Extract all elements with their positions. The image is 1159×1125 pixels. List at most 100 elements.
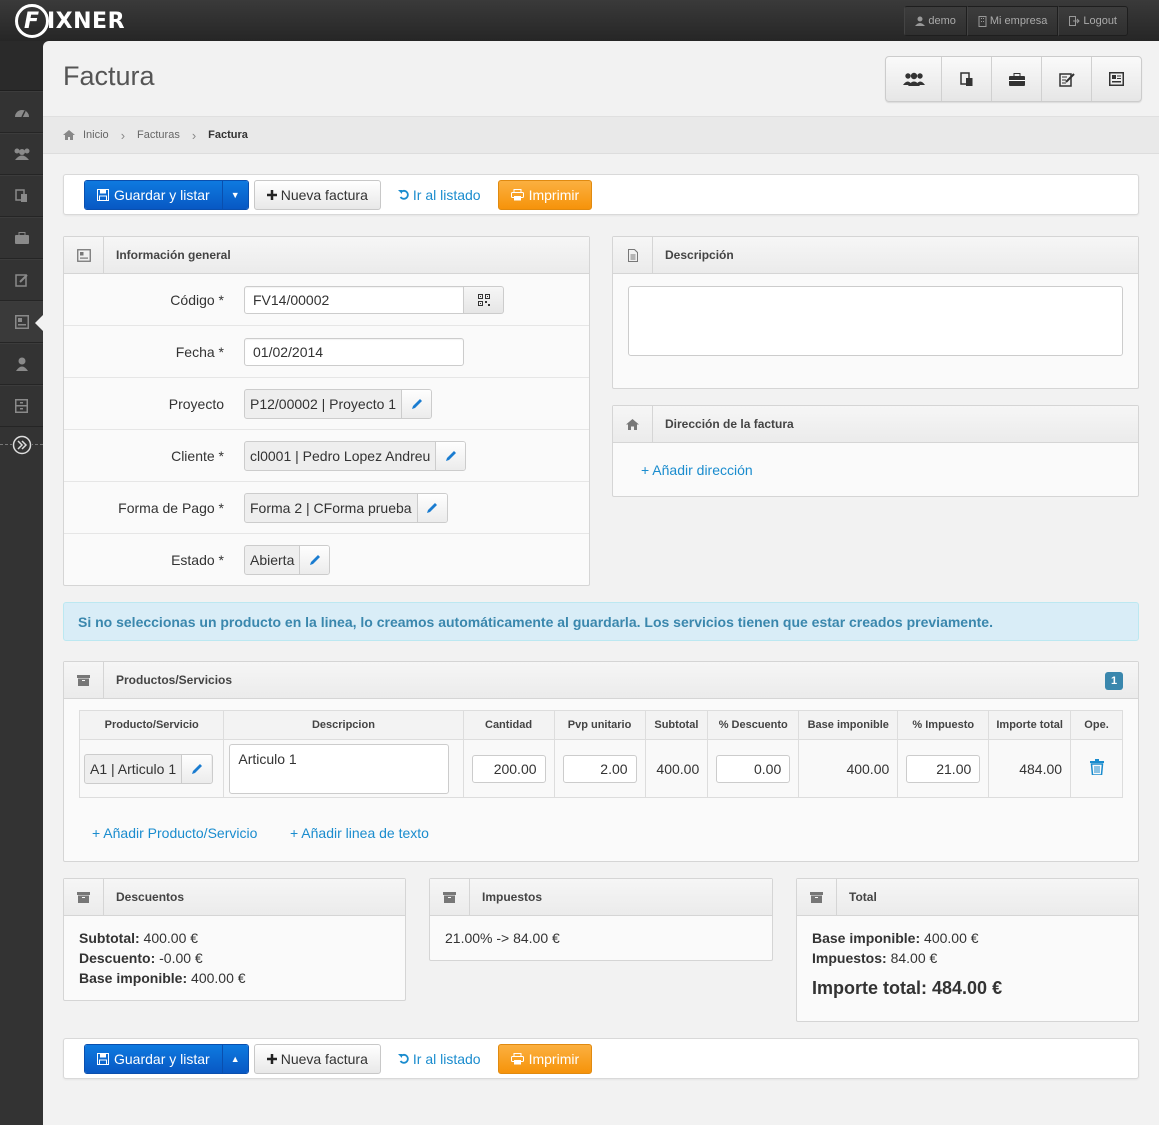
forma-pago-edit-button[interactable] bbox=[416, 493, 447, 522]
panel-title: Productos/Servicios bbox=[116, 673, 233, 687]
go-to-list-link[interactable]: Ir al listado bbox=[386, 180, 493, 210]
proyecto-label: Proyecto bbox=[168, 395, 224, 412]
fecha-row: Fecha * 01/02/2014 bbox=[64, 326, 589, 378]
discounts-summary: Subtotal: 400.00 € Descuento: -0.00 € Ba… bbox=[79, 928, 246, 988]
total-base-line: Base imponible: 400.00 € bbox=[812, 930, 979, 946]
new-invoice-button[interactable]: Nueva factura bbox=[253, 179, 381, 210]
documents-icon bbox=[959, 71, 972, 86]
forma-pago-select[interactable]: Forma 2 | CForma prueba bbox=[244, 492, 448, 523]
fecha-input[interactable]: 01/02/2014 bbox=[244, 337, 464, 366]
sidebar-top bbox=[0, 41, 43, 91]
go-to-list-link[interactable]: Ir al listado bbox=[386, 1044, 493, 1074]
add-address-link[interactable]: + Añadir dirección bbox=[641, 462, 753, 478]
breadcrumb-facturas[interactable]: Facturas bbox=[137, 129, 180, 141]
logo-text: IXNER bbox=[47, 8, 126, 34]
codigo-input[interactable]: FV14/00002 bbox=[244, 285, 464, 314]
caret-up-icon: ▲ bbox=[230, 1053, 240, 1064]
logo-mark: F bbox=[15, 4, 49, 38]
users-icon bbox=[902, 72, 925, 86]
cell-producto: A1 | Articulo 1 bbox=[78, 739, 225, 798]
undo-icon bbox=[397, 189, 409, 200]
logout-icon bbox=[1069, 16, 1081, 26]
archive-icon bbox=[64, 879, 104, 915]
shortcut-clients[interactable] bbox=[886, 57, 941, 101]
panel-title: Información general bbox=[116, 248, 231, 262]
archive-icon bbox=[64, 662, 104, 698]
estado-select[interactable]: Abierta bbox=[244, 545, 331, 575]
page-header: Factura bbox=[43, 41, 1159, 116]
descripcion-textarea[interactable]: Articulo 1 bbox=[229, 743, 450, 794]
new-invoice-button[interactable]: Nueva factura bbox=[253, 1043, 381, 1074]
shortcut-edit[interactable] bbox=[1041, 57, 1091, 101]
shortcut-projects[interactable] bbox=[991, 57, 1041, 101]
save-icon bbox=[97, 1052, 109, 1065]
sidebar-item-clients[interactable] bbox=[0, 133, 43, 175]
print-button[interactable]: Imprimir bbox=[497, 179, 593, 210]
cliente-edit-button[interactable] bbox=[435, 441, 466, 470]
col-header: Pvp unitario bbox=[553, 710, 646, 740]
save-button-main[interactable]: Guardar y listar bbox=[85, 180, 222, 209]
sidebar-item-edit[interactable] bbox=[0, 259, 43, 301]
home-icon bbox=[63, 130, 75, 140]
producto-edit-button[interactable] bbox=[181, 754, 212, 783]
proyecto-edit-button[interactable] bbox=[401, 389, 432, 418]
estado-edit-button[interactable] bbox=[299, 546, 330, 574]
breadcrumb-home[interactable]: Inicio bbox=[83, 129, 109, 141]
shortcut-invoices[interactable] bbox=[1091, 57, 1141, 101]
print-icon bbox=[510, 1052, 524, 1064]
discounts-panel: Descuentos Subtotal: 400.00 € Descuento:… bbox=[63, 878, 406, 1001]
action-toolbar-bottom: Guardar y listar ▲ Nueva factura Ir al l… bbox=[63, 1038, 1139, 1079]
col-header: % Descuento bbox=[707, 710, 800, 740]
sidebar-item-users[interactable] bbox=[0, 343, 43, 385]
impuesto-input[interactable]: 21.00 bbox=[906, 754, 981, 783]
qr-code-button[interactable] bbox=[464, 285, 504, 314]
sidebar-item-projects[interactable] bbox=[0, 217, 43, 259]
producto-select[interactable]: A1 | Articulo 1 bbox=[84, 753, 213, 784]
cliente-label: Cliente * bbox=[171, 447, 224, 464]
info-alert: Si no seleccionas un producto en la line… bbox=[63, 602, 1139, 641]
logout-button[interactable]: Logout bbox=[1058, 6, 1128, 36]
print-button[interactable]: Imprimir bbox=[497, 1043, 593, 1074]
app-logo[interactable]: F IXNER bbox=[15, 4, 125, 38]
add-product-link[interactable]: + Añadir Producto/Servicio bbox=[92, 825, 257, 841]
sidebar-item-invoices[interactable] bbox=[0, 301, 43, 343]
trash-icon[interactable] bbox=[1089, 759, 1104, 776]
cliente-select[interactable]: cl0001 | Pedro Lopez Andreu bbox=[244, 440, 467, 471]
col-header: Cantidad bbox=[462, 710, 555, 740]
description-textarea[interactable] bbox=[628, 286, 1123, 356]
pvp-input[interactable]: 2.00 bbox=[562, 754, 637, 783]
cantidad-input[interactable]: 200.00 bbox=[471, 754, 546, 783]
description-panel: Descripción bbox=[612, 236, 1139, 389]
sidebar-item-archive[interactable] bbox=[0, 385, 43, 427]
user-icon bbox=[915, 16, 926, 26]
panel-title: Impuestos bbox=[482, 890, 543, 904]
plus-icon bbox=[266, 189, 277, 200]
building-icon bbox=[978, 15, 987, 27]
print-icon bbox=[510, 188, 524, 200]
dashboard-icon bbox=[14, 110, 29, 118]
mi-empresa-button[interactable]: Mi empresa bbox=[966, 6, 1059, 36]
sidebar-item-documents[interactable] bbox=[0, 175, 43, 217]
save-and-list-button[interactable]: Guardar y listar ▲ bbox=[84, 1043, 249, 1074]
fecha-label: Fecha * bbox=[175, 343, 224, 360]
shortcut-documents[interactable] bbox=[941, 57, 991, 101]
descuento-input[interactable]: 0.00 bbox=[716, 754, 791, 783]
codigo-row: Código * FV14/00002 bbox=[64, 274, 589, 326]
products-panel: Productos/Servicios 1 Producto/Servicio … bbox=[63, 661, 1139, 862]
sidebar-expand[interactable] bbox=[0, 427, 43, 463]
proyecto-select[interactable]: P12/00002 | Proyecto 1 bbox=[244, 388, 433, 419]
taxes-panel: Impuestos 21.00% -> 84.00 € bbox=[429, 878, 773, 961]
add-text-line-link[interactable]: + Añadir linea de texto bbox=[290, 825, 429, 841]
save-and-list-button[interactable]: Guardar y listar ▼ bbox=[84, 179, 249, 210]
panel-title: Dirección de la factura bbox=[665, 417, 794, 431]
total-tax-line: Impuestos: 84.00 € bbox=[812, 950, 938, 966]
invoice-icon bbox=[14, 315, 29, 329]
save-dropdown-toggle[interactable]: ▲ bbox=[221, 1044, 248, 1073]
demo-user-button[interactable]: demo bbox=[904, 6, 967, 36]
sidebar-item-dashboard[interactable] bbox=[0, 91, 43, 133]
cliente-value: cl0001 | Pedro Lopez Andreu bbox=[250, 447, 431, 464]
save-dropdown-toggle[interactable]: ▼ bbox=[221, 180, 248, 209]
estado-label: Estado * bbox=[171, 552, 224, 568]
cell-ope bbox=[1070, 739, 1123, 798]
save-button-main[interactable]: Guardar y listar bbox=[85, 1044, 222, 1073]
